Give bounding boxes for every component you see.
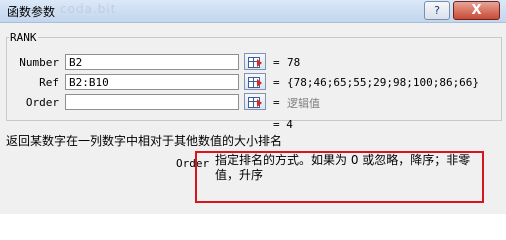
function-name: RANK: [9, 31, 38, 44]
number-input[interactable]: B2: [65, 54, 239, 70]
number-equals: =: [273, 56, 280, 69]
result-equals: =: [273, 118, 280, 131]
function-arguments-dialog: 函数参数 coda.bit ? X RANK Number B2 = 78 Re…: [0, 0, 506, 214]
help-button[interactable]: ?: [424, 1, 450, 20]
function-result: = 4: [273, 118, 293, 131]
number-ref-button[interactable]: [244, 53, 266, 70]
function-description: 返回某数字在一列数字中相对于其他数值的大小排名: [6, 134, 283, 148]
order-result: 逻辑值: [287, 97, 320, 110]
number-label: Number: [19, 56, 59, 69]
order-ref-button[interactable]: [244, 93, 266, 110]
ref-input[interactable]: B2:B10: [65, 74, 239, 90]
order-equals: =: [273, 96, 280, 109]
window-title: 函数参数: [7, 5, 56, 19]
order-input[interactable]: [65, 94, 239, 110]
watermark: coda.bit: [60, 2, 117, 16]
number-result: 78: [287, 56, 301, 69]
title-bar[interactable]: 函数参数 coda.bit ? X: [0, 0, 506, 23]
ref-label: Ref: [39, 76, 59, 89]
arrow-icon: [257, 79, 262, 87]
close-button[interactable]: X: [453, 1, 500, 20]
order-label: Order: [25, 96, 59, 109]
ref-result: {78;46;65;55;29;98;100;86;66}: [287, 76, 480, 89]
highlight-box: [195, 151, 484, 203]
ref-equals: =: [273, 76, 280, 89]
ref-ref-button[interactable]: [244, 73, 266, 90]
result-value: 4: [286, 118, 293, 131]
arrow-icon: [257, 59, 262, 67]
arrow-icon: [257, 99, 262, 107]
